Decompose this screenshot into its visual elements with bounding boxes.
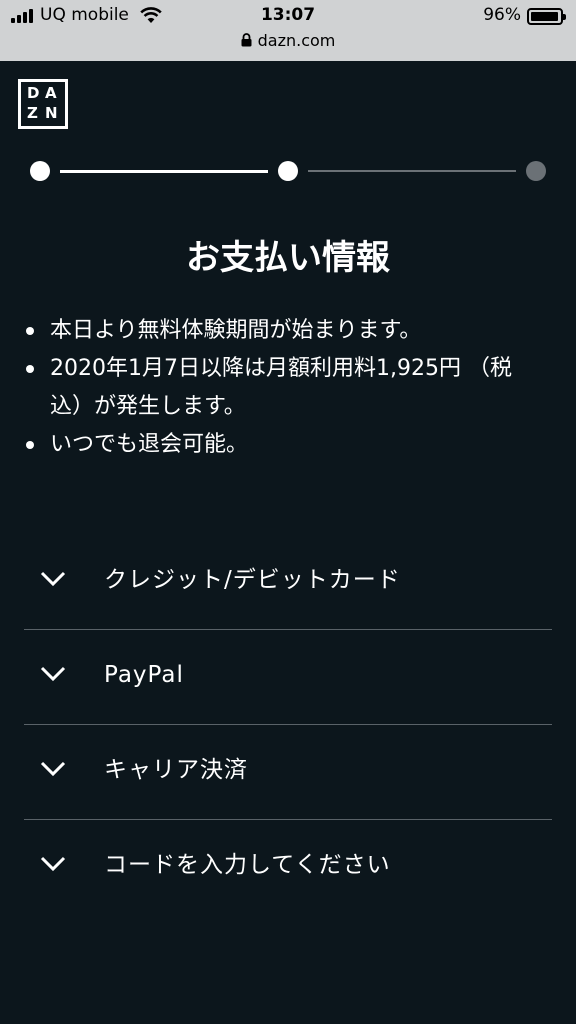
trial-info-item: いつでも退会可能。	[24, 426, 544, 464]
chevron-down-icon	[40, 571, 66, 587]
step-connector	[60, 170, 268, 173]
url-text: dazn.com	[257, 31, 336, 50]
logo-letter: N	[45, 104, 58, 122]
payment-option-label: PayPal	[104, 662, 184, 688]
chevron-down-icon	[40, 856, 66, 872]
step-indicator	[526, 161, 546, 181]
payment-option-credit-card[interactable]: クレジット/デビットカード	[24, 535, 552, 630]
logo-letter: D	[27, 84, 40, 102]
step-indicator	[30, 161, 50, 181]
dazn-logo[interactable]: D A Z N	[18, 79, 68, 129]
logo-letter: Z	[27, 104, 38, 122]
logo-letter: A	[45, 84, 57, 102]
chevron-down-icon	[40, 666, 66, 682]
battery-icon	[527, 8, 566, 25]
lock-icon	[241, 33, 252, 47]
step-connector	[308, 170, 516, 172]
payment-method-list: クレジット/デビットカード PayPal キャリア決済 コードを入力してください	[24, 535, 552, 915]
payment-option-label: クレジット/デビットカード	[104, 567, 401, 593]
trial-info-item: 本日より無料体験期間が始まります。	[24, 312, 544, 350]
chevron-down-icon	[40, 761, 66, 777]
payment-option-label: キャリア決済	[104, 757, 248, 783]
progress-stepper	[30, 158, 546, 184]
step-indicator	[278, 161, 298, 181]
page-title: お支払い情報	[186, 238, 390, 278]
payment-option-label: コードを入力してください	[104, 852, 391, 878]
browser-chrome: UQ mobile 13:07 96% dazn.com	[0, 0, 576, 61]
trial-info-item: 2020年1月7日以降は月額利用料1,925円 （税込）が発生します。	[24, 350, 544, 426]
payment-option-carrier-billing[interactable]: キャリア決済	[24, 725, 552, 820]
payment-option-paypal[interactable]: PayPal	[24, 630, 552, 725]
battery-percentage: 96%	[483, 5, 521, 25]
battery-fill	[531, 12, 558, 21]
address-bar[interactable]: dazn.com	[0, 31, 576, 53]
status-bar: UQ mobile 13:07 96%	[0, 0, 576, 32]
trial-info-list: 本日より無料体験期間が始まります。 2020年1月7日以降は月額利用料1,925…	[24, 312, 544, 464]
payment-option-enter-code[interactable]: コードを入力してください	[24, 820, 552, 915]
